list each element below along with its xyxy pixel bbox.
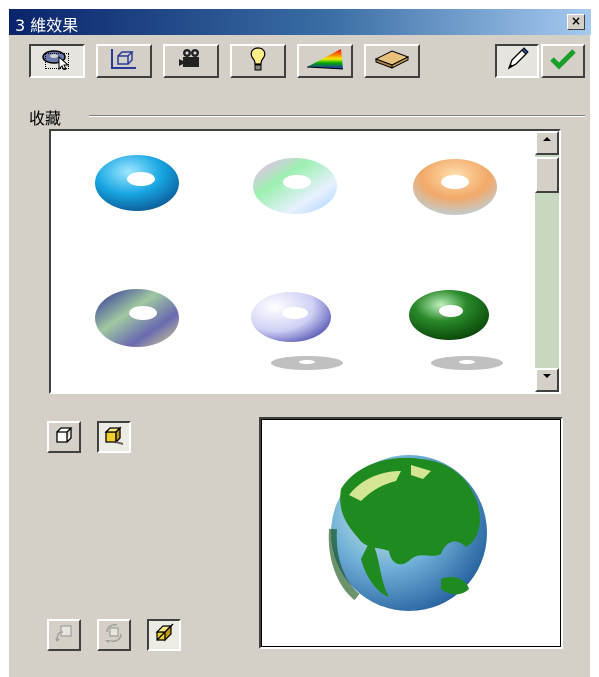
solid-cube-icon (103, 424, 125, 450)
color-tool-button[interactable] (297, 44, 353, 78)
mixed-torus[interactable] (95, 289, 179, 347)
extrude-button[interactable] (147, 619, 181, 651)
rotate-free-icon (103, 622, 125, 648)
gallery-scrollbar[interactable] (535, 131, 559, 392)
checkmark-icon (549, 47, 577, 75)
extrude-icon (153, 622, 175, 648)
camera-icon (176, 47, 206, 75)
perspective-cube-icon (109, 47, 139, 75)
arrow-down-icon (543, 374, 551, 378)
orange-torus[interactable] (413, 159, 497, 215)
white-torus[interactable] (251, 292, 343, 370)
pen-icon (504, 46, 530, 76)
wire-cube-icon (54, 425, 74, 449)
blue-torus[interactable] (95, 155, 179, 211)
rotate-free-button[interactable] (97, 619, 131, 651)
rainbow-icon (305, 47, 345, 75)
rotate-left-button[interactable] (47, 619, 81, 651)
gallery-section-label: 收藏 (29, 109, 62, 128)
preview-panel (259, 417, 563, 649)
section-divider (89, 115, 585, 117)
gallery-grid (51, 131, 535, 392)
apply-button[interactable] (541, 44, 585, 78)
wireframe-view-button[interactable] (47, 421, 81, 453)
globe-preview (328, 455, 487, 611)
close-button[interactable]: × (567, 14, 585, 30)
camera-tool-button[interactable] (163, 44, 219, 78)
rainbow-torus[interactable] (253, 158, 337, 214)
pointer-icon (40, 48, 74, 74)
title-bar[interactable]: 3 維效果 × (9, 9, 591, 35)
green-torus[interactable] (409, 290, 503, 370)
3d-effects-window: 3 維效果 × 收藏 (8, 8, 591, 677)
scroll-down-button[interactable] (535, 368, 559, 392)
gallery-panel (49, 129, 561, 394)
material-slab-icon (372, 47, 412, 75)
select-tool-button[interactable] (29, 44, 85, 78)
lightbulb-icon (246, 46, 270, 76)
perspective-tool-button[interactable] (96, 44, 152, 78)
arrow-up-icon (543, 137, 551, 141)
solid-view-button[interactable] (97, 421, 131, 453)
scroll-up-button[interactable] (535, 131, 559, 155)
lighting-tool-button[interactable] (230, 44, 286, 78)
material-tool-button[interactable] (364, 44, 420, 78)
rotate-left-icon (53, 622, 75, 648)
eyedropper-button[interactable] (495, 44, 539, 78)
scroll-thumb[interactable] (535, 157, 559, 193)
window-title: 3 維效果 (15, 16, 79, 35)
